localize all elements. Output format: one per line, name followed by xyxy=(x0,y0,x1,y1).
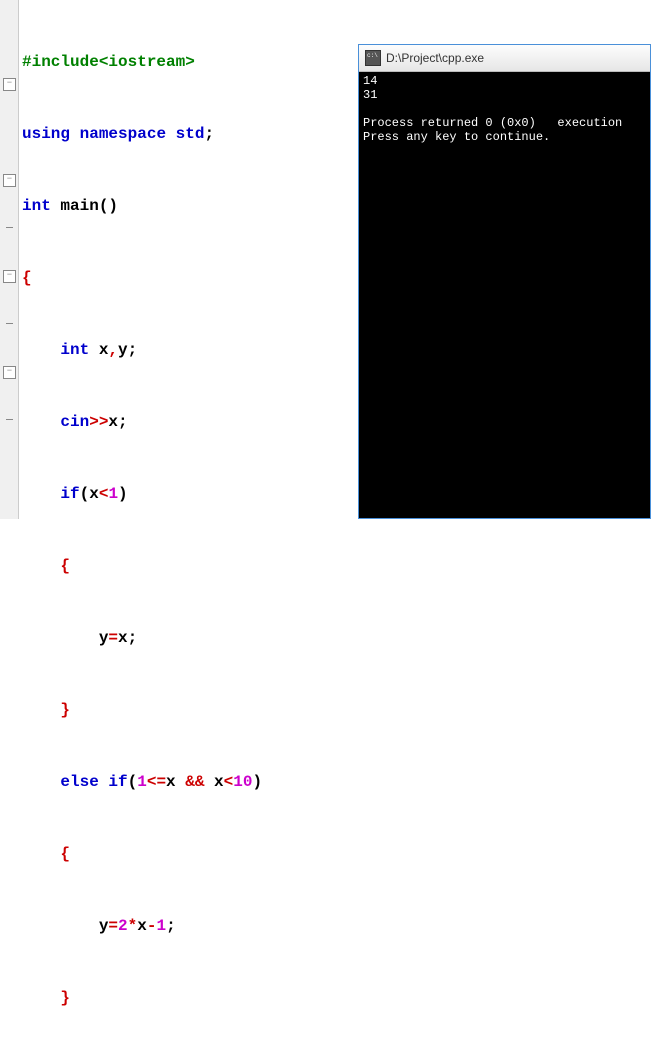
kw-if: if xyxy=(60,485,79,503)
semi: ; xyxy=(128,629,138,647)
var-y: y xyxy=(118,341,128,359)
op-and: && xyxy=(185,773,204,791)
output-line: 14 xyxy=(363,74,377,88)
var-x: x xyxy=(108,413,118,431)
num-2: 2 xyxy=(118,917,128,935)
preproc: #include xyxy=(22,53,99,71)
output-line: Process returned 0 (0x0) execution xyxy=(363,116,622,130)
op-le: <= xyxy=(147,773,166,791)
kw-else: else xyxy=(60,773,98,791)
output-line: Press any key to continue. xyxy=(363,130,550,144)
var-x: x xyxy=(204,773,223,791)
paren: ) xyxy=(118,485,128,503)
semi: ; xyxy=(118,413,128,431)
fold-tick xyxy=(6,323,13,324)
paren: ) xyxy=(252,773,262,791)
fold-icon[interactable]: − xyxy=(3,174,16,187)
var-x: x xyxy=(89,341,108,359)
op-lt: < xyxy=(224,773,234,791)
brace: { xyxy=(60,557,70,575)
paren: ( xyxy=(128,773,138,791)
brace: { xyxy=(22,269,32,287)
var-x: x xyxy=(89,485,99,503)
fold-icon[interactable]: − xyxy=(3,366,16,379)
var-y: y xyxy=(99,629,109,647)
op-lt: < xyxy=(99,485,109,503)
brace: } xyxy=(60,701,70,719)
num-1: 1 xyxy=(137,773,147,791)
console-icon xyxy=(365,50,381,66)
var-x: x xyxy=(118,629,128,647)
op-minus: - xyxy=(147,917,157,935)
kw-if: if xyxy=(108,773,127,791)
semi: ; xyxy=(204,125,214,143)
var-x: x xyxy=(137,917,147,935)
num-1: 1 xyxy=(108,485,118,503)
brace: { xyxy=(60,845,70,863)
kw-namespace: namespace xyxy=(80,125,166,143)
var-y: y xyxy=(99,917,109,935)
code-content[interactable]: #include<iostream> using namespace std; … xyxy=(22,2,262,1038)
kw-using: using xyxy=(22,125,70,143)
fold-tick xyxy=(6,227,13,228)
paren: ( xyxy=(80,485,90,503)
op-assign: = xyxy=(108,629,118,647)
kw-int: int xyxy=(60,341,89,359)
parens: () xyxy=(99,197,118,215)
fold-tick xyxy=(6,419,13,420)
fold-icon[interactable]: − xyxy=(3,78,16,91)
num-10: 10 xyxy=(233,773,252,791)
std: std xyxy=(176,125,205,143)
brace: } xyxy=(60,989,70,1007)
fn-main: main xyxy=(60,197,98,215)
op-assign: = xyxy=(108,917,118,935)
num-1: 1 xyxy=(156,917,166,935)
header: <iostream> xyxy=(99,53,195,71)
console-output[interactable]: 14 31 Process returned 0 (0x0) execution… xyxy=(359,72,650,146)
console-titlebar[interactable]: D:\Project\cpp.exe xyxy=(359,45,650,72)
var-x: x xyxy=(166,773,185,791)
console-title: D:\Project\cpp.exe xyxy=(386,51,484,65)
fold-icon[interactable]: − xyxy=(3,270,16,283)
cin: cin xyxy=(60,413,89,431)
comma: , xyxy=(108,341,118,359)
console-window[interactable]: D:\Project\cpp.exe 14 31 Process returne… xyxy=(358,44,651,519)
output-line: 31 xyxy=(363,88,377,102)
op-mul: * xyxy=(128,917,138,935)
op-extract: >> xyxy=(89,413,108,431)
editor-gutter: − − − − xyxy=(0,0,19,519)
kw-int: int xyxy=(22,197,51,215)
semi: ; xyxy=(128,341,138,359)
semi: ; xyxy=(166,917,176,935)
